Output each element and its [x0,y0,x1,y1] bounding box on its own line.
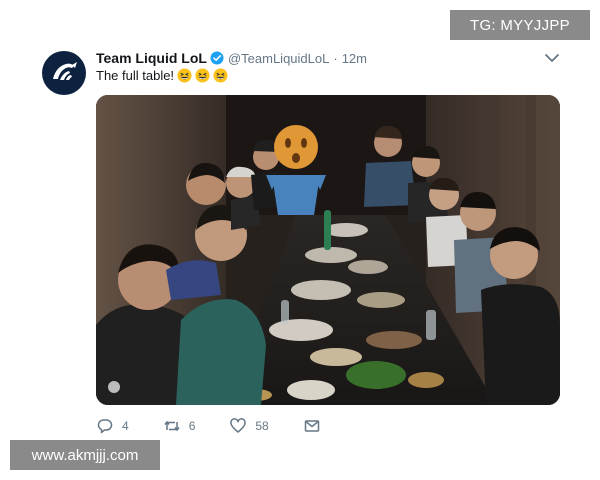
direct-message-button[interactable] [303,417,329,435]
header-separator: · [333,50,338,66]
tweet-actions: 4 6 58 [96,416,363,436]
grinning-squint-emoji-icon [195,67,210,83]
heart-icon [230,418,247,433]
group-dinner-photo [96,95,560,405]
team-liquid-logo-icon [53,62,77,80]
retweet-icon [164,420,180,432]
reply-button[interactable]: 4 [96,417,129,435]
retweet-button[interactable]: 6 [163,417,196,435]
watermark-bottom-left: www.akmjjj.com [10,440,160,470]
avatar[interactable] [42,51,86,95]
tweet-body: The full table! [96,66,228,84]
envelope-icon [304,420,319,432]
grinning-squint-emoji-icon [213,67,228,83]
watermark-top-right: TG: MYYJJPP [450,10,590,40]
reply-icon [97,419,113,434]
author-name[interactable]: Team Liquid LoL [96,50,207,66]
tweet-photo[interactable] [96,95,560,405]
grinning-squint-emoji-icon [177,67,192,83]
chevron-down-icon[interactable] [544,52,560,64]
retweet-count: 6 [188,419,196,433]
tweet-text: The full table! [96,67,175,83]
author-handle[interactable]: @TeamLiquidLoL [228,51,329,66]
tweet-timestamp[interactable]: 12m [342,51,367,66]
like-button[interactable]: 58 [229,417,269,435]
like-count: 58 [255,419,269,433]
verified-badge-icon [210,51,224,65]
reply-count: 4 [122,419,129,433]
tweet-header: Team Liquid LoL @TeamLiquidLoL · 12m [96,49,367,67]
